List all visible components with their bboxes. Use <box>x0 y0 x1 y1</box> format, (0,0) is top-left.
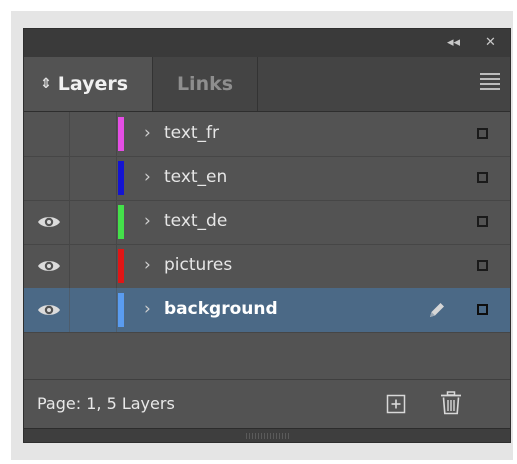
selection-square[interactable] <box>477 128 488 139</box>
eye-icon <box>38 261 60 271</box>
layers-panel: ◂◂ ✕ ⇕ Layers Links › text_fr › text_en › tex… <box>23 28 511 443</box>
lock-toggle[interactable] <box>70 200 117 244</box>
layer-color-swatch <box>118 161 124 195</box>
layer-row-background[interactable]: › background <box>24 288 510 333</box>
layer-row-text_fr[interactable]: › text_fr <box>24 112 510 157</box>
close-panel-icon[interactable]: ✕ <box>485 34 496 52</box>
new-layer-icon[interactable] <box>386 394 406 414</box>
tab-layers-label: Layers <box>57 73 129 95</box>
expand-chevron-icon[interactable]: › <box>144 254 151 276</box>
layer-color-swatch <box>118 117 124 151</box>
trash-icon[interactable] <box>440 391 462 415</box>
expand-chevron-icon[interactable]: › <box>144 166 151 188</box>
layer-name: pictures <box>164 255 233 275</box>
layer-name: text_en <box>164 167 228 187</box>
selection-square[interactable] <box>477 304 488 315</box>
page-info: Page: 1, 5 Layers <box>37 394 175 413</box>
layer-row-pictures[interactable]: › pictures <box>24 244 510 289</box>
panel-titlebar[interactable]: ◂◂ ✕ <box>24 29 510 57</box>
selection-square[interactable] <box>477 216 488 227</box>
layer-color-swatch <box>118 249 124 283</box>
panel-tabbar: ⇕ Layers Links <box>24 57 510 112</box>
layer-color-swatch <box>118 205 124 239</box>
visibility-toggle[interactable] <box>24 288 70 332</box>
layer-name: background <box>164 299 278 319</box>
eye-icon <box>38 305 60 315</box>
expand-chevron-icon[interactable]: › <box>144 298 151 320</box>
panel-footer: Page: 1, 5 Layers <box>24 379 510 429</box>
layer-name: text_de <box>164 211 228 231</box>
tab-links[interactable]: Links <box>153 57 258 111</box>
selection-square[interactable] <box>477 260 488 271</box>
hamburger-menu-icon[interactable] <box>480 73 500 93</box>
visibility-toggle[interactable] <box>24 156 70 200</box>
updown-arrows-icon: ⇕ <box>40 76 52 92</box>
layer-row-text_de[interactable]: › text_de <box>24 200 510 245</box>
lock-toggle[interactable] <box>70 244 117 288</box>
lock-toggle[interactable] <box>70 288 117 332</box>
resize-grip[interactable] <box>246 433 290 439</box>
selection-square[interactable] <box>477 172 488 183</box>
panel-resize-bar <box>24 428 510 442</box>
eye-icon <box>38 217 60 227</box>
layer-color-swatch <box>118 293 124 327</box>
layer-row-text_en[interactable]: › text_en <box>24 156 510 201</box>
lock-toggle[interactable] <box>70 112 117 156</box>
tab-layers[interactable]: ⇕ Layers <box>24 57 153 111</box>
collapse-panel-icon[interactable]: ◂◂ <box>447 34 460 52</box>
lock-toggle[interactable] <box>70 156 117 200</box>
expand-chevron-icon[interactable]: › <box>144 210 151 232</box>
visibility-toggle[interactable] <box>24 244 70 288</box>
visibility-toggle[interactable] <box>24 200 70 244</box>
tab-links-label: Links <box>176 73 234 95</box>
layer-name: text_fr <box>164 123 220 143</box>
pen-icon <box>430 303 444 317</box>
expand-chevron-icon[interactable]: › <box>144 122 151 144</box>
visibility-toggle[interactable] <box>24 112 70 156</box>
